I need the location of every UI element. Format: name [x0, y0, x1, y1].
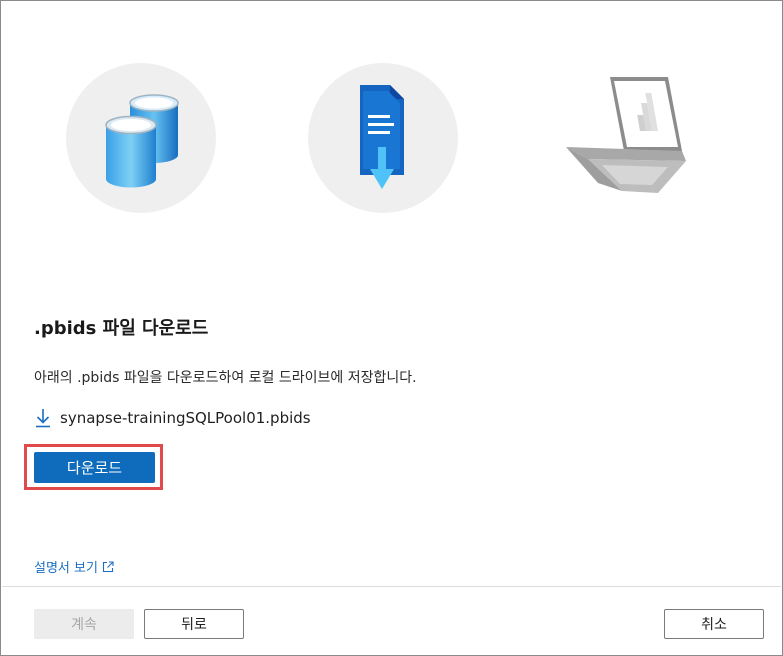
download-icon: [36, 409, 50, 428]
download-button[interactable]: 다운로드: [34, 452, 155, 483]
file-download-icon: [360, 85, 404, 189]
continue-button[interactable]: 계속: [34, 609, 134, 639]
cancel-button[interactable]: 취소: [664, 609, 764, 639]
external-link-icon: [102, 560, 114, 572]
dialog-panel: .pbids 파일 다운로드 아래의 .pbids 파일을 다운로드하여 로컬 …: [0, 0, 783, 656]
dialog-description: 아래의 .pbids 파일을 다운로드하여 로컬 드라이브에 저장합니다.: [34, 370, 417, 386]
laptop-illustration: [550, 63, 700, 213]
database-illustration: [66, 63, 216, 213]
back-button[interactable]: 뒤로: [144, 609, 244, 639]
laptop-icon: [566, 77, 686, 193]
dialog-title: .pbids 파일 다운로드: [34, 318, 209, 339]
file-name: synapse-trainingSQLPool01.pbids: [60, 409, 311, 427]
file-download-row[interactable]: synapse-trainingSQLPool01.pbids: [34, 406, 311, 430]
file-download-illustration: [308, 63, 458, 213]
footer-divider: [2, 586, 781, 587]
view-documentation-link[interactable]: 설명서 보기: [34, 557, 114, 576]
database-icon: [105, 94, 179, 188]
doc-link-label: 설명서 보기: [34, 561, 98, 576]
